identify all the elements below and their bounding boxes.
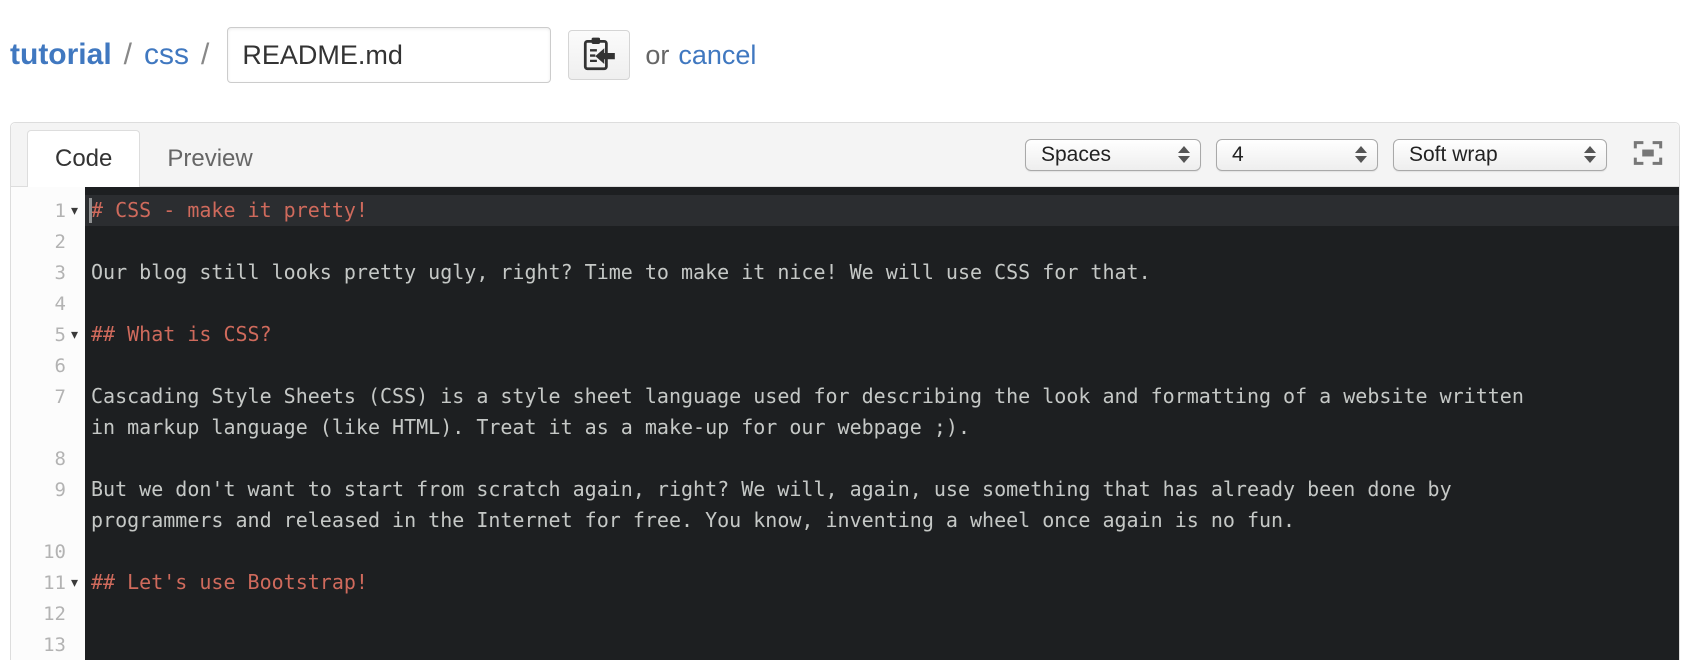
gutter-cell: 3 <box>11 257 85 288</box>
line-number: 4 <box>54 292 66 315</box>
gutter-cell: 7 <box>11 381 85 412</box>
editor-row[interactable]: programmers and released in the Internet… <box>11 505 1679 536</box>
tab-preview[interactable]: Preview <box>140 130 279 187</box>
editor-row[interactable]: 8 <box>11 443 1679 474</box>
line-number: 5 <box>54 323 66 346</box>
screen-full-icon <box>1633 139 1663 170</box>
line-number: 10 <box>43 540 66 563</box>
gutter-cell: 13 <box>11 629 85 660</box>
indent-size-select[interactable]: 4 <box>1216 138 1378 171</box>
editor-row[interactable]: 6 <box>11 350 1679 381</box>
wrap-mode-select[interactable]: Soft wrap <box>1393 138 1607 171</box>
breadcrumb-separator: / <box>123 38 133 71</box>
line-number: 1 <box>54 199 66 222</box>
editor-tabs: Code Preview <box>27 130 280 187</box>
indent-mode-select[interactable]: Spaces <box>1025 138 1201 171</box>
wrap-mode-value: Soft wrap <box>1409 142 1498 166</box>
code-line[interactable] <box>85 288 1679 319</box>
code-line[interactable]: ## What is CSS? <box>85 319 1679 350</box>
code-line-text: programmers and released in the Internet… <box>91 508 1296 532</box>
line-number: 7 <box>54 385 66 408</box>
fold-arrow-icon[interactable]: ▾ <box>66 567 83 598</box>
select-spinner-icon <box>1355 146 1367 163</box>
readme-template-button[interactable] <box>568 30 631 80</box>
editor-row[interactable]: 10 <box>11 536 1679 567</box>
gutter-cell: 9 <box>11 474 85 505</box>
line-number: 9 <box>54 478 66 501</box>
code-line[interactable]: in markup language (like HTML). Treat it… <box>85 412 1679 443</box>
line-number: 3 <box>54 261 66 284</box>
code-line[interactable] <box>85 443 1679 474</box>
editor-row[interactable]: 2 <box>11 226 1679 257</box>
gutter-cell: 1 ▾ <box>11 195 85 226</box>
breadcrumb-separator: / <box>201 38 210 71</box>
code-line-text: in markup language (like HTML). Treat it… <box>91 415 970 439</box>
code-line[interactable] <box>85 226 1679 257</box>
line-number: 6 <box>54 354 66 377</box>
text-cursor <box>89 198 92 223</box>
clipboard-arrow-icon <box>580 35 618 76</box>
code-line-text: ## Let's use Bootstrap! <box>91 570 368 594</box>
editor-row[interactable]: 4 <box>11 288 1679 319</box>
fullscreen-button[interactable] <box>1633 139 1663 170</box>
gutter-cell <box>11 412 85 443</box>
cancel-link[interactable]: cancel <box>678 40 756 71</box>
line-number: 8 <box>54 447 66 470</box>
code-line[interactable]: # CSS - make it pretty! <box>85 195 1679 226</box>
gutter-cell: 4 <box>11 288 85 319</box>
code-line[interactable]: programmers and released in the Internet… <box>85 505 1679 536</box>
gutter-cell: 5 ▾ <box>11 319 85 350</box>
editor-row[interactable]: 9 But we don't want to start from scratch… <box>11 474 1679 505</box>
editor-row[interactable]: 1 ▾ # CSS - make it pretty! <box>11 195 1679 226</box>
indent-size-value: 4 <box>1232 142 1244 166</box>
file-editor-panel: Code Preview Spaces 4 Soft wrap 1 ▾ # CSS … <box>10 122 1680 660</box>
editor-row[interactable]: 7 Cascading Style Sheets (CSS) is a style… <box>11 381 1679 412</box>
gutter-cell: 8 <box>11 443 85 474</box>
fold-arrow-icon[interactable]: ▾ <box>66 319 83 350</box>
gutter-cell: 2 <box>11 226 85 257</box>
line-number: 12 <box>43 602 66 625</box>
gutter-cell: 12 <box>11 598 85 629</box>
code-editor[interactable]: 1 ▾ # CSS - make it pretty! 2 3 Our blog stil… <box>11 187 1679 660</box>
gutter-cell: 11 ▾ <box>11 567 85 598</box>
code-line-text: But we don't want to start from scratch … <box>91 477 1452 501</box>
code-line[interactable]: Cascading Style Sheets (CSS) is a style … <box>85 381 1679 412</box>
line-number: 13 <box>43 633 66 656</box>
gutter-cell: 10 <box>11 536 85 567</box>
code-line[interactable] <box>85 629 1679 660</box>
code-line[interactable]: ## Let's use Bootstrap! <box>85 567 1679 598</box>
editor-row[interactable]: 13 <box>11 629 1679 660</box>
code-line-text: Our blog still looks pretty ugly, right?… <box>91 260 1151 284</box>
breadcrumb: tutorial / css / or cancel <box>0 0 1706 84</box>
code-line-text: Cascading Style Sheets (CSS) is a style … <box>91 384 1524 408</box>
breadcrumb-dir-link[interactable]: css <box>144 38 189 72</box>
tab-code[interactable]: Code <box>27 130 141 187</box>
line-number: 11 <box>43 571 66 594</box>
editor-header: Code Preview Spaces 4 Soft wrap <box>11 123 1679 187</box>
code-line[interactable] <box>85 350 1679 381</box>
select-spinner-icon <box>1178 146 1190 163</box>
gutter-cell <box>11 505 85 536</box>
editor-row[interactable]: 3 Our blog still looks pretty ugly, right… <box>11 257 1679 288</box>
editor-row[interactable]: 12 <box>11 598 1679 629</box>
code-line[interactable] <box>85 598 1679 629</box>
line-number: 2 <box>54 230 66 253</box>
or-text: or <box>645 39 670 70</box>
breadcrumb-repo-link[interactable]: tutorial <box>10 38 112 72</box>
code-line[interactable]: But we don't want to start from scratch … <box>85 474 1679 505</box>
code-line-text: # CSS - make it pretty! <box>91 198 368 222</box>
code-line[interactable] <box>85 536 1679 567</box>
editor-row[interactable]: 11 ▾ ## Let's use Bootstrap! <box>11 567 1679 598</box>
editor-row[interactable]: in markup language (like HTML). Treat it… <box>11 412 1679 443</box>
fold-arrow-icon[interactable]: ▾ <box>66 195 83 226</box>
select-spinner-icon <box>1584 146 1596 163</box>
filename-input[interactable] <box>227 27 552 83</box>
editor-row[interactable]: 5 ▾ ## What is CSS? <box>11 319 1679 350</box>
code-line-text: ## What is CSS? <box>91 322 272 346</box>
indent-mode-value: Spaces <box>1041 142 1112 166</box>
gutter-cell: 6 <box>11 350 85 381</box>
code-line[interactable]: Our blog still looks pretty ugly, right?… <box>85 257 1679 288</box>
